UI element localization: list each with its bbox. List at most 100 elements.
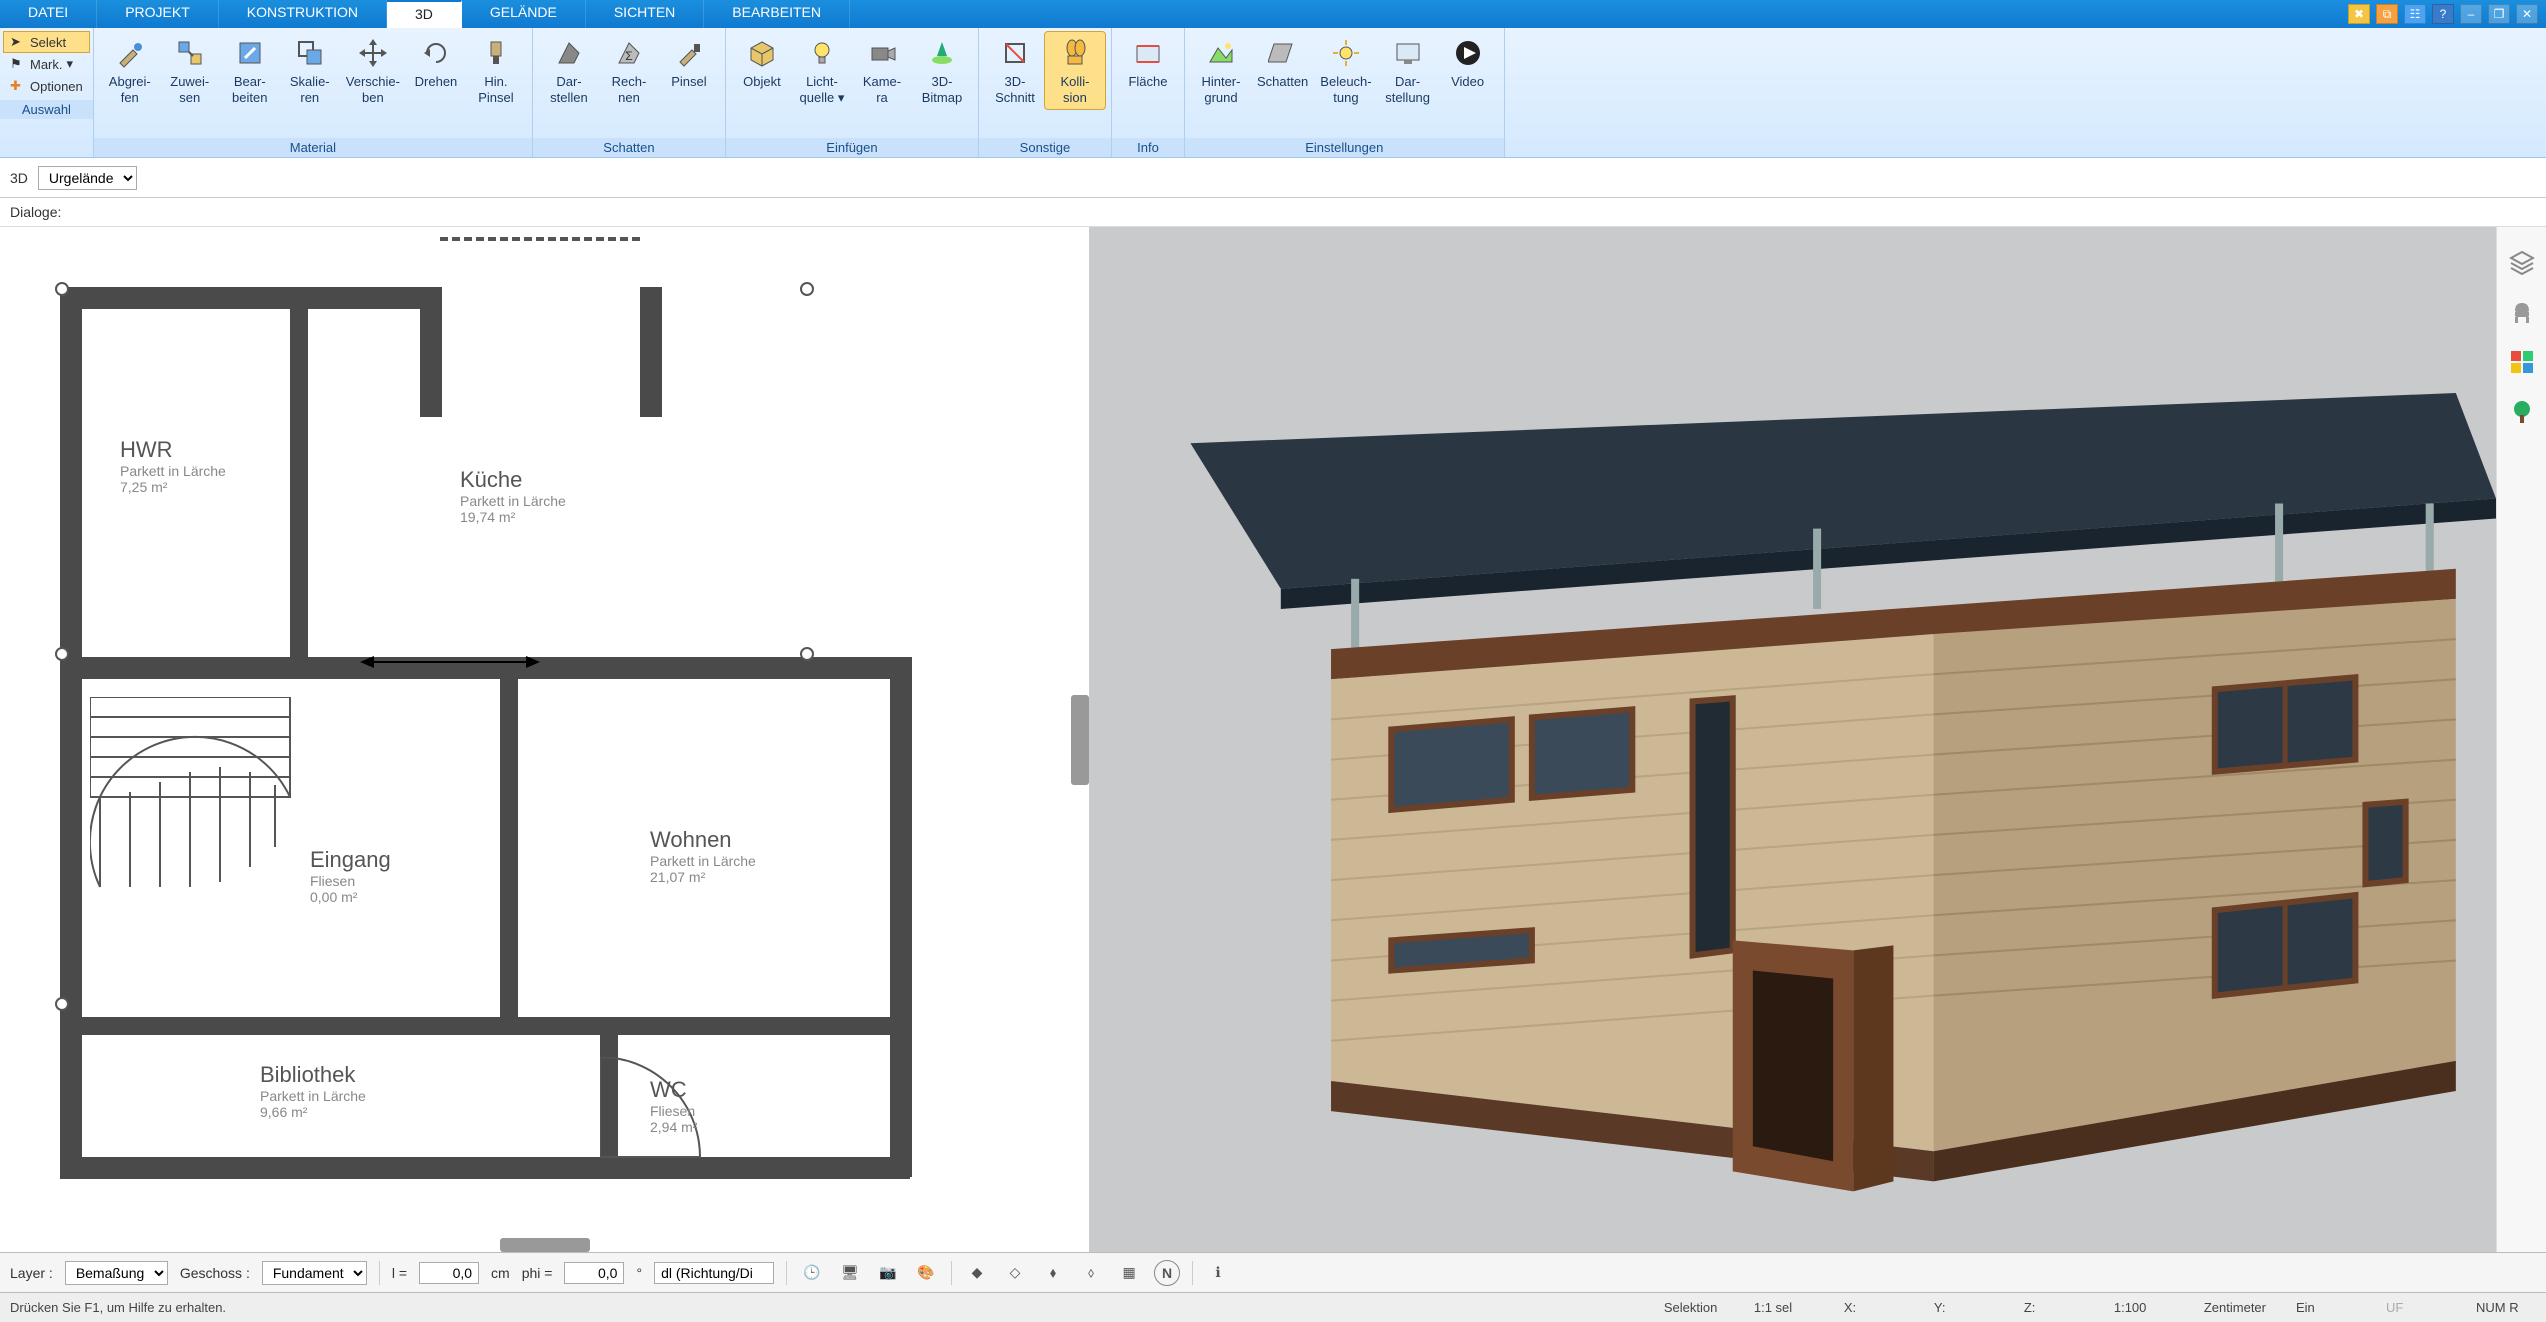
layerstack4-icon[interactable]: ⬨ [1078, 1260, 1104, 1286]
floorplan-pane[interactable]: HWRParkett in Lärche7,25 m²KücheParkett … [0, 227, 1090, 1252]
abgreifen-icon [113, 36, 147, 70]
kollision-button[interactable]: Kolli-sion [1045, 32, 1105, 109]
bearbeiten-icon [233, 36, 267, 70]
geschoss-label: Geschoss : [180, 1265, 250, 1281]
darstellung-icon [1391, 36, 1425, 70]
darstellen-button[interactable]: Dar-stellen [539, 32, 599, 109]
richtung-input[interactable] [654, 1262, 774, 1284]
group-label-einfuegen: Einfügen [726, 138, 978, 157]
menu-projekt[interactable]: PROJEKT [97, 0, 219, 28]
stack-icon[interactable]: ⧉ [2376, 4, 2398, 24]
close-icon[interactable]: ✕ [2516, 4, 2538, 24]
darstellung-button[interactable]: Dar-stellung [1378, 32, 1438, 109]
room-label-eingang: EingangFliesen0,00 m² [310, 847, 391, 905]
ribbon-group-schatten: Dar-stellenΣRech-nenPinsel Schatten [533, 28, 726, 157]
flag-icon: ⚑ [10, 56, 26, 72]
ribbon: ➤Selekt ⚑Mark. ▾ ✚Optionen Auswahl Abgre… [0, 28, 2546, 158]
layer-select[interactable]: Bemaßung [65, 1261, 168, 1285]
kollision-icon [1058, 36, 1092, 70]
dimension-arrow [360, 647, 540, 677]
palette-icon[interactable] [2507, 347, 2537, 377]
grid-icon[interactable]: ▦ [1116, 1260, 1142, 1286]
phi-label: phi = [522, 1265, 553, 1281]
objekt-button[interactable]: Objekt [732, 32, 792, 94]
status-num: NUM R [2476, 1300, 2536, 1315]
layers-icon[interactable] [2507, 247, 2537, 277]
geschoss-select[interactable]: Fundament [262, 1261, 367, 1285]
dialoge-label: Dialoge: [0, 198, 2546, 227]
hinpinsel-icon [479, 36, 513, 70]
mark-button[interactable]: ⚑Mark. ▾ [4, 54, 89, 74]
bitmap3d-button[interactable]: 3D-Bitmap [912, 32, 972, 109]
darstellen-icon [552, 36, 586, 70]
kamera-button[interactable]: Kame-ra [852, 32, 912, 109]
north-icon[interactable]: N [1154, 1260, 1180, 1286]
cube-colored-icon[interactable]: 🎨 [913, 1260, 939, 1286]
cursor-icon: ➤ [10, 34, 26, 50]
zuweisen-button[interactable]: Zuwei-sen [160, 32, 220, 109]
layerstack2-icon[interactable]: ◇ [1002, 1260, 1028, 1286]
flaeche-button[interactable]: Fläche [1118, 32, 1178, 94]
help-icon[interactable]: ? [2432, 4, 2454, 24]
pinsel-button[interactable]: Pinsel [659, 32, 719, 94]
menu-bearbeiten[interactable]: BEARBEITEN [704, 0, 850, 28]
schatten2-button[interactable]: Schatten [1251, 32, 1314, 94]
pinsel-icon [672, 36, 706, 70]
abgreifen-button[interactable]: Abgrei-fen [100, 32, 160, 109]
selekt-button[interactable]: ➤Selekt [4, 32, 89, 52]
verschieben-button[interactable]: Verschie-ben [340, 32, 406, 109]
hinpinsel-button[interactable]: Hin.Pinsel [466, 32, 526, 109]
window-controls: ✖ ⧉ ☷ ? – ❐ ✕ [2340, 0, 2546, 28]
ribbon-group-info: Fläche Info [1112, 28, 1185, 157]
minimize-icon[interactable]: – [2460, 4, 2482, 24]
chevron-down-icon: ▾ [67, 56, 74, 72]
hintergrund-button[interactable]: Hinter-grund [1191, 32, 1251, 109]
restore-icon[interactable]: ❐ [2488, 4, 2510, 24]
rechnen-button[interactable]: ΣRech-nen [599, 32, 659, 109]
video-icon [1451, 36, 1485, 70]
status-bar: Drücken Sie F1, um Hilfe zu erhalten. Se… [0, 1292, 2546, 1322]
drehen-button[interactable]: Drehen [406, 32, 466, 94]
menu-3d[interactable]: 3D [387, 0, 462, 28]
menu-gelaende[interactable]: GELÄNDE [462, 0, 586, 28]
ribbon-group-sonstige: 3D-SchnittKolli-sion Sonstige [979, 28, 1112, 157]
beleuchtung-button[interactable]: Beleuch-tung [1314, 32, 1377, 109]
skalieren-button[interactable]: Skalie-ren [280, 32, 340, 109]
menu-konstruktion[interactable]: KONSTRUKTION [219, 0, 387, 28]
optionen-button[interactable]: ✚Optionen [4, 76, 89, 96]
view3d-pane[interactable] [1090, 227, 2496, 1252]
phi-input[interactable] [564, 1262, 624, 1284]
bearbeiten-button[interactable]: Bear-beiten [220, 32, 280, 109]
main-area: HWRParkett in Lärche7,25 m²KücheParkett … [0, 227, 2546, 1252]
skalieren-icon [293, 36, 327, 70]
layer-label: Layer : [10, 1265, 53, 1281]
hintergrund-icon [1204, 36, 1238, 70]
lichtquelle-button[interactable]: Licht-quelle ▾ [792, 32, 852, 109]
monitor-icon[interactable]: 🖥 [837, 1260, 863, 1286]
plus-icon: ✚ [10, 78, 26, 94]
video-button[interactable]: Video [1438, 32, 1498, 94]
kamera-icon [865, 36, 899, 70]
info-icon[interactable]: ℹ [1205, 1260, 1231, 1286]
l-input[interactable] [419, 1262, 479, 1284]
tree-icon[interactable] [2507, 397, 2537, 427]
chair-icon[interactable] [2507, 297, 2537, 327]
camera-icon[interactable]: 📷 [875, 1260, 901, 1286]
menu-datei[interactable]: DATEI [0, 0, 97, 28]
layerstack1-icon[interactable]: ◆ [964, 1260, 990, 1286]
horizontal-scroll-indicator[interactable] [500, 1238, 590, 1252]
layerstack3-icon[interactable]: ⬧ [1040, 1260, 1066, 1286]
terrain-select[interactable]: Urgelände [38, 166, 137, 190]
ribbon-group-auswahl: ➤Selekt ⚑Mark. ▾ ✚Optionen Auswahl [0, 28, 94, 157]
vertical-scroll-indicator[interactable] [1071, 695, 1089, 785]
deg-label: ° [636, 1265, 642, 1281]
ribbon-group-einstellungen: Hinter-grundSchattenBeleuch-tungDar-stel… [1185, 28, 1505, 157]
group-label-auswahl: Auswahl [0, 100, 93, 119]
schnitt3d-button[interactable]: 3D-Schnitt [985, 32, 1045, 109]
tile-icon[interactable]: ☷ [2404, 4, 2426, 24]
clock-icon[interactable]: 🕒 [799, 1260, 825, 1286]
rechnen-icon: Σ [612, 36, 646, 70]
tools-icon[interactable]: ✖ [2348, 4, 2370, 24]
group-label-info: Info [1112, 138, 1184, 157]
menu-sichten[interactable]: SICHTEN [586, 0, 704, 28]
